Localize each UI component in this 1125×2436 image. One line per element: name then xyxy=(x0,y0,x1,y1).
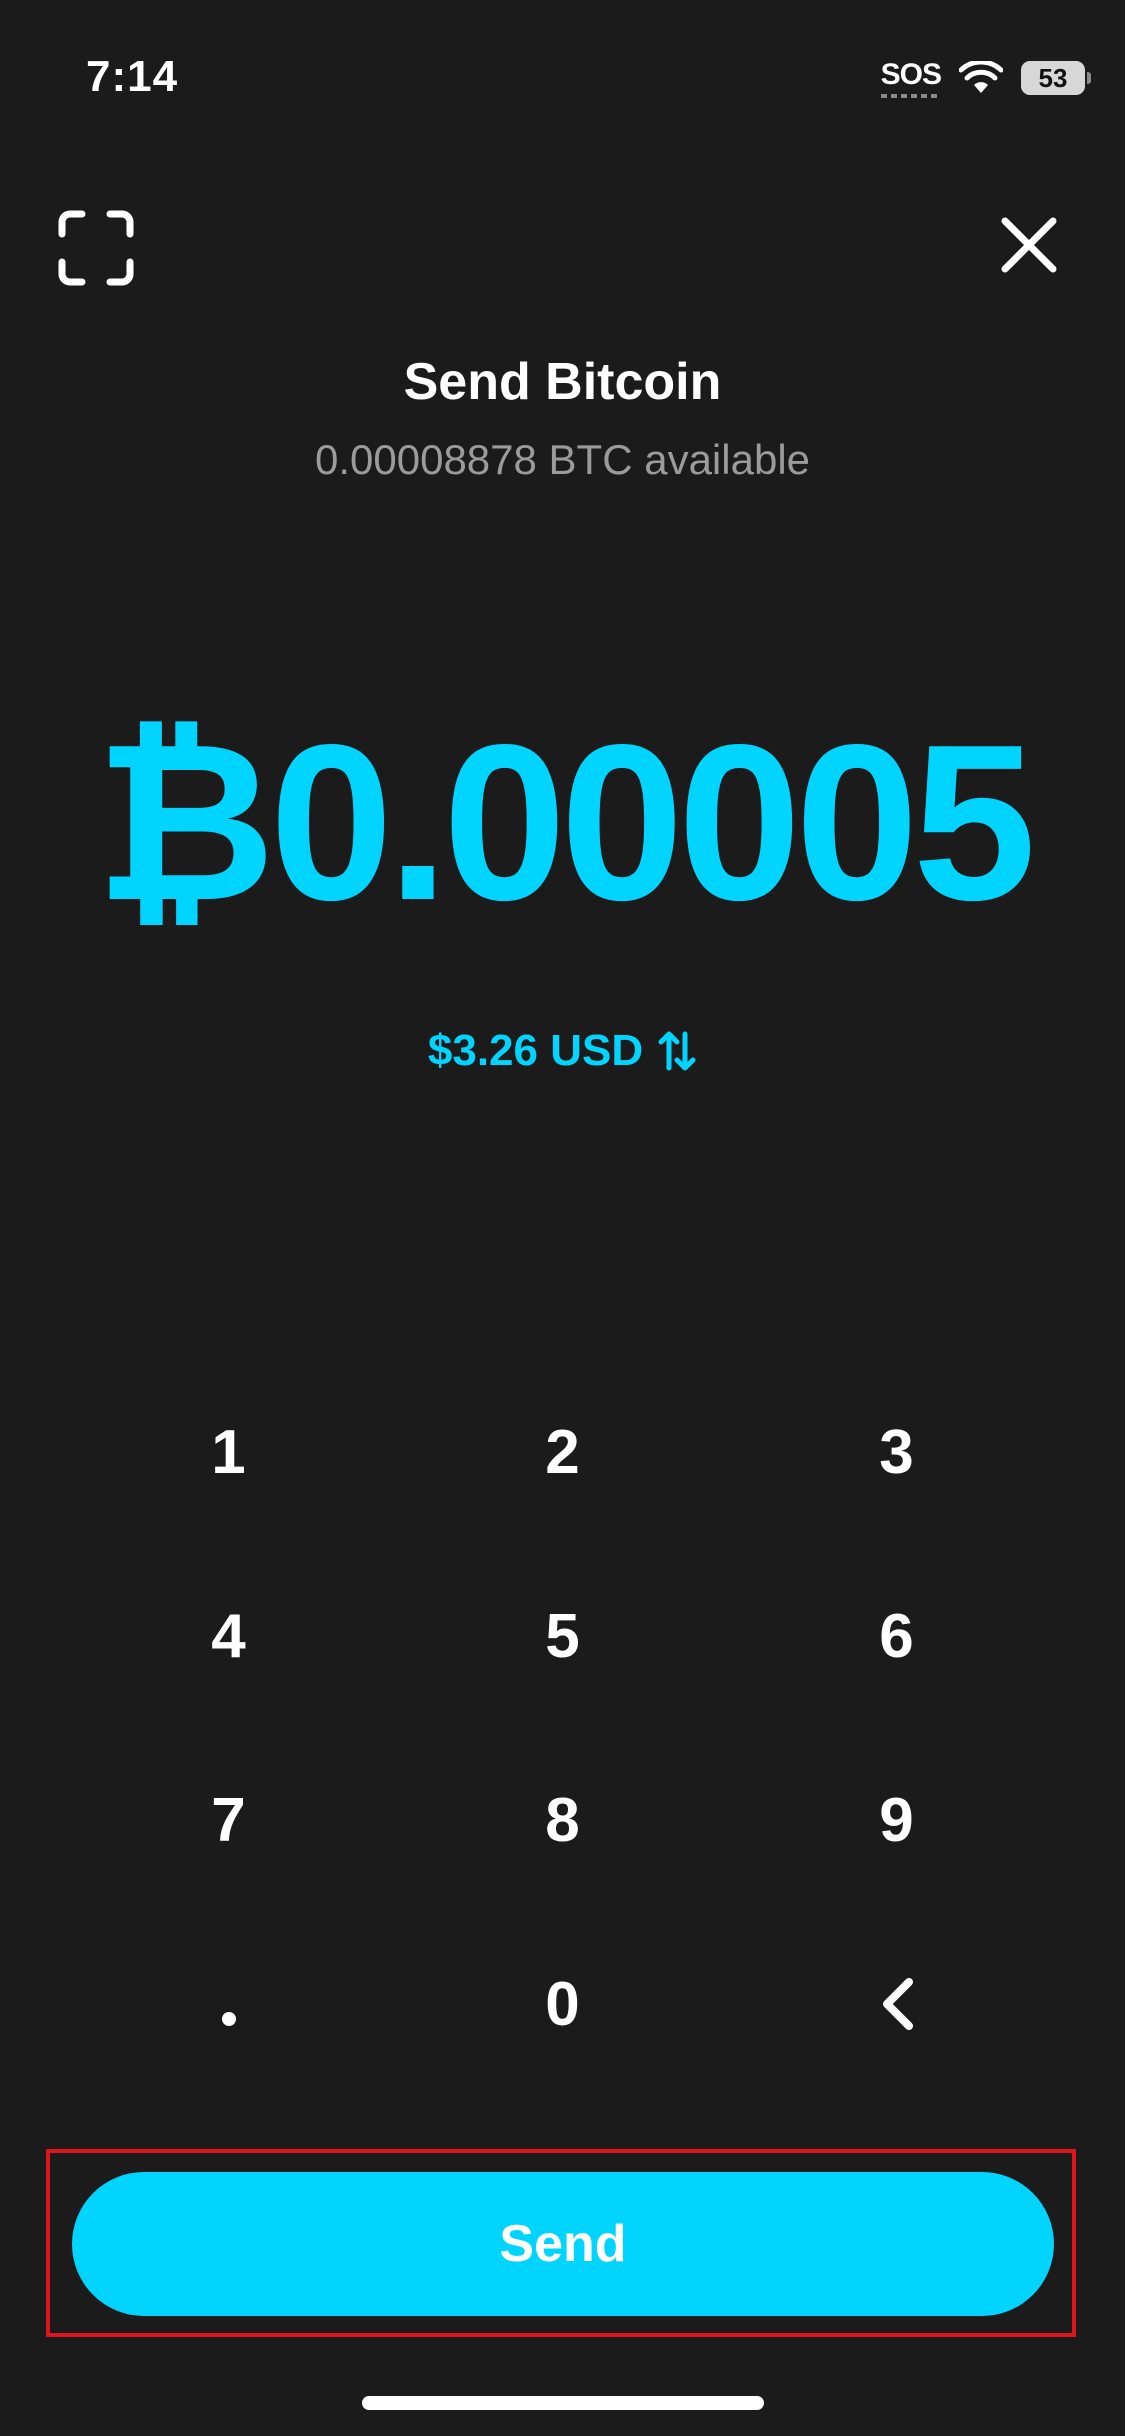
decimal-dot-icon xyxy=(221,2012,236,2026)
close-icon[interactable] xyxy=(1000,216,1058,274)
scan-icon[interactable] xyxy=(58,210,134,286)
available-balance: 0.00008878 BTC available xyxy=(314,436,811,483)
status-indicators: SOS 53 xyxy=(880,58,1091,98)
key-7[interactable]: 7 xyxy=(62,1728,396,1912)
key-1[interactable]: 1 xyxy=(62,1360,396,1544)
page-title: Send Bitcoin xyxy=(403,353,722,411)
key-8[interactable]: 8 xyxy=(396,1728,730,1912)
signal-dots xyxy=(880,94,941,98)
keypad: 1 2 3 4 5 6 7 8 9 0 xyxy=(0,1360,1125,2096)
sos-label: SOS xyxy=(880,58,942,91)
sos-indicator: SOS xyxy=(880,58,942,98)
amount-display: ₿0.00005 xyxy=(94,699,1036,947)
send-button[interactable]: Send xyxy=(72,2172,1054,2316)
status-time: 7:14 xyxy=(86,52,179,101)
key-decimal[interactable] xyxy=(62,1912,396,2096)
currency-toggle[interactable]: $3.26 USD xyxy=(0,1026,1125,1076)
home-indicator[interactable] xyxy=(362,2396,764,2410)
battery-indicator: 53 xyxy=(1021,61,1091,95)
key-0[interactable]: 0 xyxy=(396,1912,730,2096)
key-9[interactable]: 9 xyxy=(730,1728,1064,1912)
key-2[interactable]: 2 xyxy=(396,1360,730,1544)
swap-arrows-icon xyxy=(658,1031,696,1071)
fiat-amount: $3.26 USD xyxy=(427,1026,644,1075)
key-backspace[interactable] xyxy=(730,1912,1064,2096)
chevron-left-icon xyxy=(882,1978,913,2030)
wifi-icon xyxy=(959,61,1003,93)
key-6[interactable]: 6 xyxy=(730,1544,1064,1728)
key-4[interactable]: 4 xyxy=(62,1544,396,1728)
key-5[interactable]: 5 xyxy=(396,1544,730,1728)
key-3[interactable]: 3 xyxy=(730,1360,1064,1544)
